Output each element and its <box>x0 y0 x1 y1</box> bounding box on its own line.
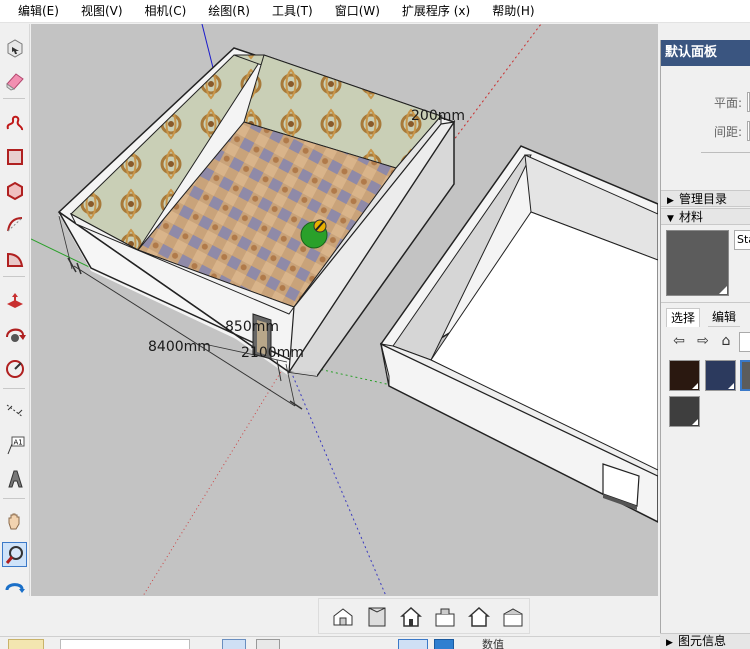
expand-arrow-icon: ▶ <box>666 638 673 648</box>
geo-location-icon[interactable] <box>8 639 44 649</box>
menu-camera[interactable]: 相机(C) <box>130 0 194 23</box>
door-width-dimension: 850mm <box>225 319 279 335</box>
iso-view-button[interactable] <box>329 604 357 630</box>
tape-measure-icon <box>6 404 23 417</box>
expand-arrow-icon: ▶ <box>667 196 674 206</box>
menu-edit[interactable]: 编辑(E) <box>2 0 66 23</box>
back-view-icon <box>468 606 490 627</box>
back-view-button[interactable] <box>465 604 493 630</box>
rotate-tool-button[interactable] <box>2 322 27 347</box>
manage-directory-section[interactable]: ▶ 管理目录 <box>661 190 750 207</box>
top-view-button[interactable] <box>363 604 391 630</box>
front-view-icon <box>400 606 422 627</box>
left-toolbar: A1 <box>0 24 30 596</box>
menu-view[interactable]: 视图(V) <box>66 0 130 23</box>
style-icon-blue[interactable] <box>434 639 454 649</box>
materials-section[interactable]: ▼ 材料 <box>661 208 750 225</box>
tab-edit[interactable]: 编辑 <box>708 308 741 327</box>
pie-icon <box>6 252 23 267</box>
material-swatch-navy[interactable] <box>705 360 736 391</box>
push-pull-icon <box>6 292 23 308</box>
menu-bar: 编辑(E) 视图(V) 相机(C) 绘图(R) 工具(T) 窗口(W) 扩展程序… <box>0 0 750 23</box>
eraser-icon <box>5 72 24 91</box>
forward-arrow-icon[interactable]: ⇨ <box>694 332 712 350</box>
arc-tool-button[interactable] <box>2 212 27 237</box>
views-toolbar <box>318 598 530 634</box>
length-dimension: 8400mm <box>148 339 211 355</box>
rectangle-tool-button[interactable] <box>2 144 27 169</box>
zoom-tool-button[interactable] <box>2 542 27 567</box>
right-view-button[interactable] <box>431 604 459 630</box>
tray-title[interactable]: 默认面板 <box>661 40 750 66</box>
material-swatch-gray-selected[interactable] <box>740 360 750 391</box>
library-dropdown[interactable] <box>739 332 750 352</box>
door-height-dimension: 2100mm <box>241 345 304 361</box>
offset-tool-button[interactable] <box>2 356 27 381</box>
material-swatch-brown[interactable] <box>669 360 700 391</box>
iso-view-icon <box>333 608 353 626</box>
text-icon: A1 <box>7 436 24 454</box>
menu-help[interactable]: 帮助(H) <box>477 0 541 23</box>
tab-select[interactable]: 选择 <box>666 308 701 327</box>
entity-info-section[interactable]: ▶ 图元信息 <box>660 633 750 649</box>
pan-tool-button[interactable] <box>2 508 27 533</box>
rectangle-icon <box>6 148 23 165</box>
polygon-icon <box>6 181 23 200</box>
style-icon[interactable] <box>222 639 246 649</box>
home-icon[interactable]: ⌂ <box>717 332 735 350</box>
rotate-icon <box>5 327 26 342</box>
pie-tool-button[interactable] <box>2 246 27 271</box>
zoom-icon <box>5 545 23 564</box>
freehand-tool-button[interactable] <box>2 110 27 135</box>
plane-label: 平面: <box>714 96 743 110</box>
right-view-icon <box>435 608 455 627</box>
spacing-label: 间距: <box>714 125 743 139</box>
left-view-button[interactable] <box>499 604 527 630</box>
orbit-icon <box>5 582 25 593</box>
menu-draw[interactable]: 绘图(R) <box>193 0 257 23</box>
material-swatch-dark-gray[interactable] <box>669 396 700 427</box>
select-tool-button[interactable] <box>2 36 27 61</box>
model-viewport[interactable]: 200mm 8400mm 850mm 2100mm <box>31 24 658 596</box>
measurements-label: 数值 <box>482 638 504 649</box>
polygon-tool-button[interactable] <box>2 178 27 203</box>
material-name-field[interactable]: Sta <box>734 230 750 250</box>
menu-extensions[interactable]: 扩展程序 (x) <box>387 0 477 23</box>
svg-text:A1: A1 <box>13 438 22 446</box>
hint-text-field <box>60 639 190 649</box>
sketchup-window: 编辑(E) 视图(V) 相机(C) 绘图(R) 工具(T) 窗口(W) 扩展程序… <box>0 0 750 649</box>
menu-window[interactable]: 窗口(W) <box>320 0 387 23</box>
push-pull-tool-button[interactable] <box>2 288 27 313</box>
status-bar <box>0 636 660 649</box>
default-tray: 默认面板 平面: 间距: ▶管理目录 ▼材料 Sta 选择 编辑 ⇦ ⇨ ⌂ <box>660 40 750 649</box>
back-arrow-icon[interactable]: ⇦ <box>670 332 688 350</box>
left-view-icon <box>503 608 523 627</box>
top-view-icon <box>368 607 386 627</box>
orbit-tool-button[interactable] <box>2 576 27 601</box>
collapse-arrow-icon: ▼ <box>667 214 674 224</box>
scene-canvas <box>31 24 658 596</box>
text-tool-button[interactable]: A1 <box>2 432 27 457</box>
style-icon-active[interactable] <box>398 639 428 649</box>
3d-text-tool-button[interactable] <box>2 466 27 491</box>
offset-icon <box>5 359 24 378</box>
red-axis-neg <box>142 361 288 596</box>
pan-icon <box>8 513 19 529</box>
freehand-icon <box>6 115 23 130</box>
current-material-swatch[interactable] <box>666 230 729 296</box>
arc-icon <box>6 216 22 231</box>
tape-measure-tool-button[interactable] <box>2 398 27 423</box>
blue-axis-dotted <box>286 361 387 596</box>
wall-thickness-dimension: 200mm <box>411 108 465 124</box>
eraser-tool-button[interactable] <box>2 68 27 93</box>
select-icon <box>7 38 22 58</box>
menu-tools[interactable]: 工具(T) <box>257 0 320 23</box>
style-icon-2[interactable] <box>256 639 280 649</box>
front-view-button[interactable] <box>397 604 425 630</box>
3d-text-icon <box>7 470 23 487</box>
